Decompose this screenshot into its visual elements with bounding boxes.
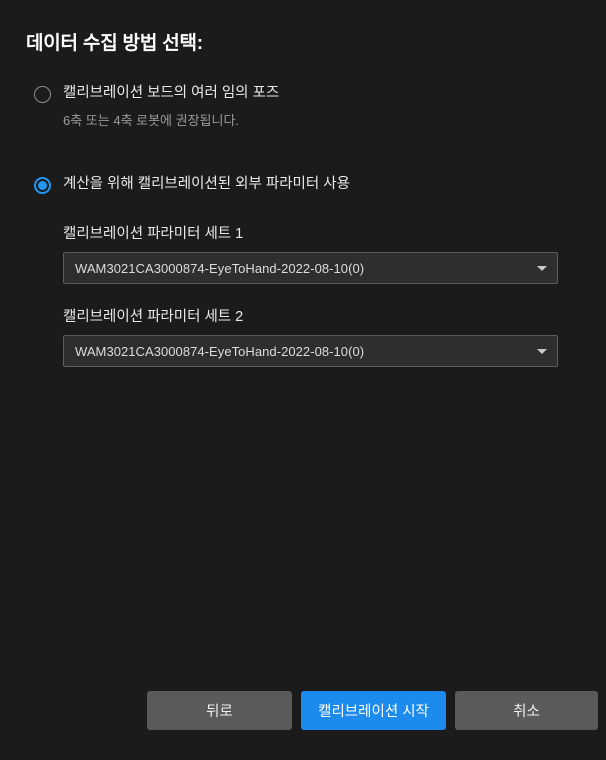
field-param-set-1: 캘리브레이션 파라미터 세트 1 WAM3021CA3000874-EyeToH… [0,222,606,284]
param-set-1-dropdown[interactable]: WAM3021CA3000874-EyeToHand-2022-08-10(0) [63,252,558,284]
param-set-1-value: WAM3021CA3000874-EyeToHand-2022-08-10(0) [75,260,365,276]
dialog-footer: 뒤로 캘리브레이션 시작 취소 [0,680,606,760]
param-set-2-dropdown[interactable]: WAM3021CA3000874-EyeToHand-2022-08-10(0) [63,335,558,367]
param-set-2-value: WAM3021CA3000874-EyeToHand-2022-08-10(0) [75,343,365,359]
radio-option-random-poses-help: 6축 또는 4축 로봇에 권장됩니다. [63,113,240,128]
back-button[interactable]: 뒤로 [147,691,292,730]
chevron-down-icon [527,348,557,354]
radio-option-random-poses[interactable]: 캘리브레이션 보드의 여러 임의 포즈 [0,84,606,103]
calibration-method-dialog: 데이터 수집 방법 선택: 캘리브레이션 보드의 여러 임의 포즈 6축 또는 … [0,0,606,760]
radio-indicator-selected[interactable] [34,177,51,194]
page-title: 데이터 수집 방법 선택: [26,33,203,54]
radio-option-use-calibrated-extrinsics[interactable]: 계산을 위해 캘리브레이션된 외부 파라미터 사용 [0,175,606,194]
parameter-set-fields: 캘리브레이션 파라미터 세트 1 WAM3021CA3000874-EyeToH… [0,222,606,367]
field-param-set-2: 캘리브레이션 파라미터 세트 2 WAM3021CA3000874-EyeToH… [0,305,606,367]
radio-indicator-unselected[interactable] [34,86,51,103]
radio-option-use-calibrated-extrinsics-label: 계산을 위해 캘리브레이션된 외부 파라미터 사용 [63,176,350,192]
collection-method-radio-group: 캘리브레이션 보드의 여러 임의 포즈 6축 또는 4축 로봇에 권장됩니다. … [0,84,606,194]
dialog-content: 데이터 수집 방법 선택: 캘리브레이션 보드의 여러 임의 포즈 6축 또는 … [0,0,606,760]
field-param-set-2-label: 캘리브레이션 파라미터 세트 2 [63,309,244,325]
chevron-down-icon [527,265,557,271]
radio-option-random-poses-label: 캘리브레이션 보드의 여러 임의 포즈 [63,85,280,101]
start-calibration-button[interactable]: 캘리브레이션 시작 [301,691,446,730]
cancel-button[interactable]: 취소 [455,691,598,730]
field-param-set-1-label: 캘리브레이션 파라미터 세트 1 [63,226,244,242]
